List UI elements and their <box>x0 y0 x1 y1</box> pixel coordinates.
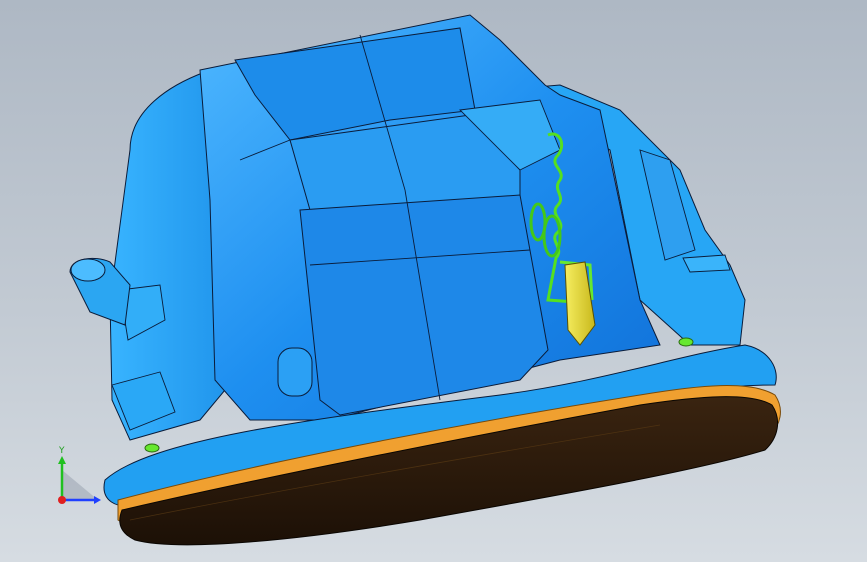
triad-plane <box>62 470 98 500</box>
coordinate-triad: Y <box>58 446 101 504</box>
cad-viewport[interactable]: Y <box>0 0 867 562</box>
origin-icon <box>58 496 66 504</box>
x-axis-arrow-icon <box>94 496 101 504</box>
y-axis-arrow-icon <box>58 456 66 464</box>
cad-model-view[interactable]: Y <box>0 0 867 562</box>
y-axis-label: Y <box>58 446 65 456</box>
